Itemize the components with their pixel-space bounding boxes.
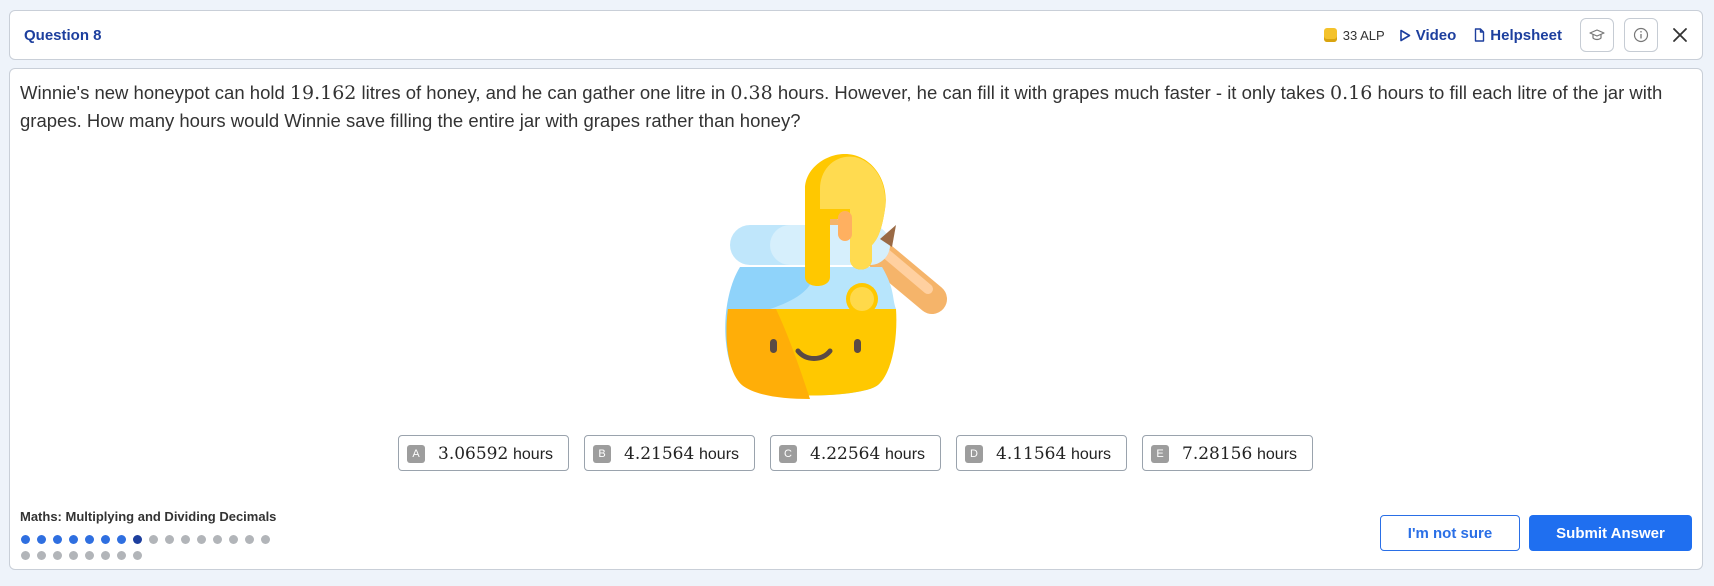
honeypot-illustration (725, 154, 947, 399)
progress-dot (53, 535, 62, 544)
answer-letter: E (1151, 445, 1169, 463)
progress-dot (165, 535, 174, 544)
answer-option-b[interactable]: B 4.21564 hours (584, 435, 755, 471)
answer-unit: hours (699, 446, 740, 463)
not-sure-button[interactable]: I'm not sure (1380, 515, 1520, 551)
answer-option-c[interactable]: C 4.22564 hours (770, 435, 941, 471)
progress-dot (213, 535, 222, 544)
answer-letter: B (593, 445, 611, 463)
helpsheet-link[interactable]: Helpsheet (1474, 27, 1562, 44)
alp-counter: 33 ALP (1323, 27, 1385, 43)
answer-unit: hours (1071, 446, 1112, 463)
graduation-cap-icon (1589, 29, 1605, 41)
answer-option-a[interactable]: A 3.06592 hours (398, 435, 569, 471)
answer-letter: C (779, 445, 797, 463)
question-text-part: Winnie's new honeypot can hold (20, 82, 290, 103)
answer-options: A 3.06592 hours B 4.21564 hours C 4.2256… (398, 435, 1313, 471)
close-icon (1673, 28, 1687, 42)
progress-dot (133, 551, 142, 560)
close-button[interactable] (1668, 23, 1692, 47)
progress-dot (261, 535, 270, 544)
progress-dot (149, 535, 158, 544)
question-text-part: hours. However, he can fill it with grap… (772, 82, 1331, 103)
progress-dot (85, 551, 94, 560)
progress-dot (197, 535, 206, 544)
answer-value: 4.11564 (996, 444, 1067, 464)
answer-unit: hours (513, 446, 554, 463)
answer-unit: hours (885, 446, 926, 463)
progress-dot (101, 535, 110, 544)
question-text: Winnie's new honeypot can hold 19.162 li… (20, 79, 1690, 135)
question-number: 0.38 (730, 82, 773, 104)
coin-icon (1323, 28, 1337, 42)
progress-dot (133, 535, 142, 544)
document-icon (1475, 28, 1485, 42)
progress-dot (21, 551, 30, 560)
progress-dots (21, 535, 281, 560)
answer-value: 7.28156 (1182, 444, 1253, 464)
helpsheet-label: Helpsheet (1490, 26, 1562, 44)
progress-dot (117, 551, 126, 560)
question-header: Question 8 33 ALP Video Helpsheet (9, 10, 1703, 60)
progress-dot (21, 535, 30, 544)
submit-answer-button[interactable]: Submit Answer (1529, 515, 1692, 551)
progress-dot (69, 551, 78, 560)
progress-dot (85, 535, 94, 544)
video-link[interactable]: Video (1399, 26, 1457, 44)
answer-value: 4.21564 (624, 444, 695, 464)
info-icon (1633, 27, 1649, 43)
header-actions: 33 ALP Video Helpsheet (1323, 11, 1692, 59)
progress-dot (37, 535, 46, 544)
question-text-part: litres of honey, and he can gather one l… (356, 82, 731, 103)
progress-dot (69, 535, 78, 544)
alp-value: 33 ALP (1342, 27, 1385, 43)
info-button[interactable] (1624, 18, 1658, 52)
answer-letter: A (407, 445, 425, 463)
progress-dot (117, 535, 126, 544)
progress-dot (181, 535, 190, 544)
answer-value: 3.06592 (438, 444, 509, 464)
question-title: Question 8 (24, 27, 102, 44)
video-label: Video (1415, 26, 1457, 44)
topic-label: Maths: Multiplying and Dividing Decimals (20, 509, 277, 524)
learning-button[interactable] (1580, 18, 1614, 52)
answer-letter: D (965, 445, 983, 463)
progress-dot (101, 551, 110, 560)
progress-dot (37, 551, 46, 560)
answer-unit: hours (1257, 446, 1298, 463)
progress-dot (229, 535, 238, 544)
play-icon (1399, 29, 1411, 41)
question-number: 0.16 (1330, 82, 1373, 104)
answer-option-e[interactable]: E 7.28156 hours (1142, 435, 1313, 471)
question-panel: Winnie's new honeypot can hold 19.162 li… (9, 68, 1703, 570)
question-number: 19.162 (289, 82, 357, 104)
progress-dot (245, 535, 254, 544)
answer-value: 4.22564 (810, 444, 881, 464)
answer-option-d[interactable]: D 4.11564 hours (956, 435, 1127, 471)
progress-dot (53, 551, 62, 560)
